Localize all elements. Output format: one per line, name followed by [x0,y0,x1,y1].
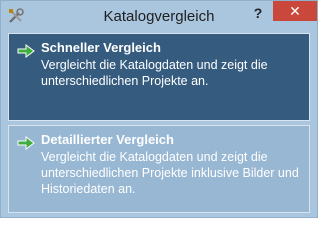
option-description: Vergleicht die Katalogdaten und zeigt di… [41,58,268,88]
dialog-window: Katalogvergleich ? ✕ Schneller Vergleich… [0,0,318,218]
option-quick-compare[interactable]: Schneller Vergleich Vergleicht die Katal… [8,33,310,121]
help-button[interactable]: ? [248,3,268,23]
option-title: Detaillierter Vergleich [41,132,174,147]
green-arrow-right-icon [17,135,35,151]
option-title: Schneller Vergleich [41,40,161,55]
green-arrow-right-icon [17,43,35,59]
window-title: Katalogvergleich [103,8,215,25]
close-button[interactable]: ✕ [273,1,317,21]
option-description: Vergleicht die Katalogdaten und zeigt di… [41,150,299,196]
tools-icon [7,7,25,25]
title-bar[interactable]: Katalogvergleich ? ✕ [1,1,317,31]
option-detailed-compare[interactable]: Detaillierter Vergleich Vergleicht die K… [8,125,310,213]
